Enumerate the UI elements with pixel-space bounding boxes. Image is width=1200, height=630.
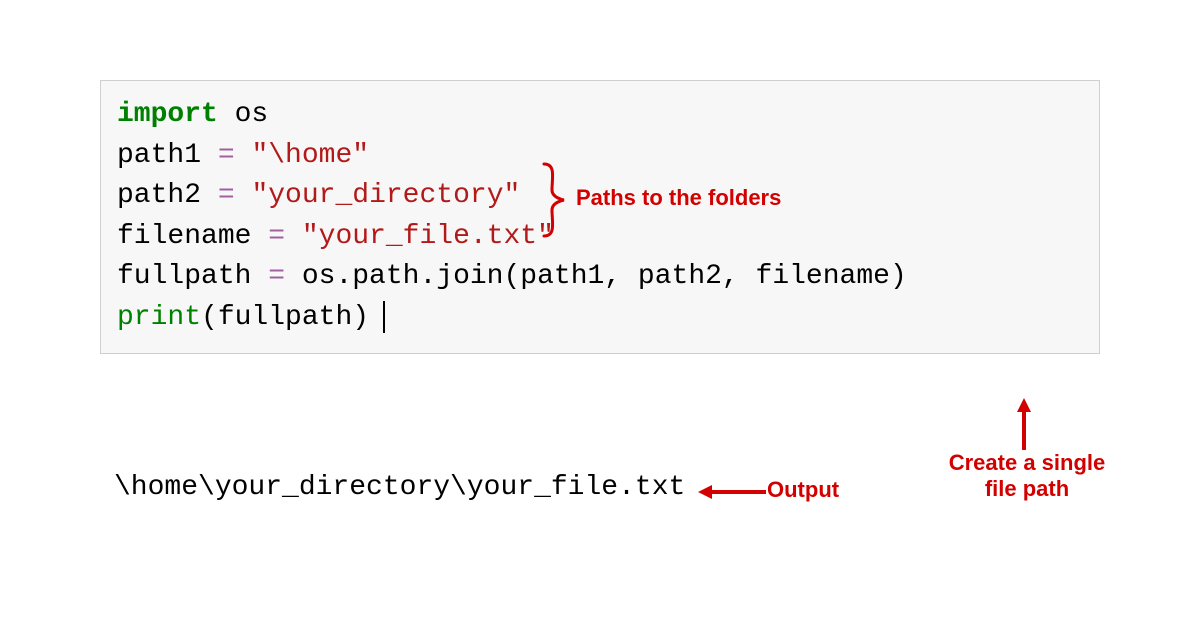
- fn-print: print: [117, 302, 201, 333]
- string-home: "\home": [251, 140, 369, 171]
- code-line-7: fullpath = os.path.join(path1, path2, fi…: [117, 257, 1083, 298]
- annotation-create: Create a single file path: [932, 450, 1122, 503]
- annotation-output: Output: [767, 477, 839, 503]
- keyword-import: import: [117, 99, 218, 130]
- arrow-up-icon: [1012, 398, 1036, 452]
- module-os: os: [218, 99, 268, 130]
- arrow-left-icon: [698, 482, 768, 506]
- output-text: \home\your_directory\your_file.txt: [114, 472, 685, 503]
- text-cursor: [383, 301, 385, 333]
- code-line-3: path1 = "\home": [117, 136, 1083, 177]
- code-line-1: import os: [117, 95, 1083, 136]
- string-your-directory: "your_directory": [251, 180, 520, 211]
- annotation-paths: Paths to the folders: [576, 185, 781, 211]
- code-line-5: filename = "your_file.txt": [117, 217, 1083, 258]
- string-your-file: "your_file.txt": [302, 221, 554, 252]
- code-line-8: print(fullpath): [117, 298, 1083, 339]
- code-cell: import os path1 = "\home" path2 = "your_…: [100, 80, 1100, 354]
